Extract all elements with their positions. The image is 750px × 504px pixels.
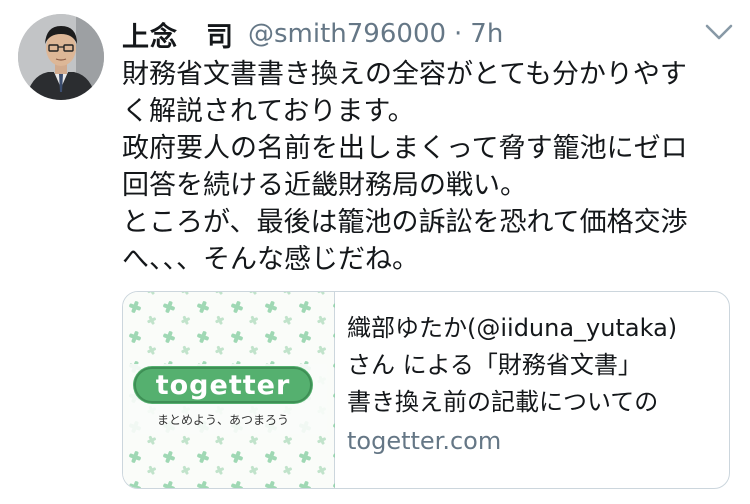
togetter-logo-thumbnail: togetter まとめよう、あつまろう <box>123 292 335 488</box>
chevron-down-icon[interactable] <box>704 22 734 42</box>
link-card-body: 織部ゆたか(@iiduna_yutaka) さん による「財務省文書」 書き換え… <box>347 310 719 460</box>
tweet-text: 財務省文書書き換えの全容がとても分かりやす く解説されております。 政府要人の名… <box>122 59 688 275</box>
link-card-title[interactable]: 織部ゆたか(@iiduna_yutaka) さん による「財務省文書」 書き換え… <box>347 310 719 421</box>
separator-dot: · <box>454 19 463 49</box>
togetter-tagline: まとめよう、あつまろう <box>157 413 289 427</box>
author-name[interactable]: 上念 司 <box>122 15 234 54</box>
tweet-timestamp[interactable]: 7h <box>470 19 503 49</box>
link-card-domain[interactable]: togetter.com <box>347 423 719 460</box>
author-handle[interactable]: @smith796000 <box>248 19 446 49</box>
togetter-logo-text: togetter <box>156 370 291 401</box>
tweet-header: 上念 司 @smith796000 · 7h <box>122 14 503 54</box>
author-avatar[interactable] <box>18 14 104 100</box>
link-card[interactable]: togetter まとめよう、あつまろう 織部ゆたか(@iiduna_yutak… <box>122 291 730 489</box>
